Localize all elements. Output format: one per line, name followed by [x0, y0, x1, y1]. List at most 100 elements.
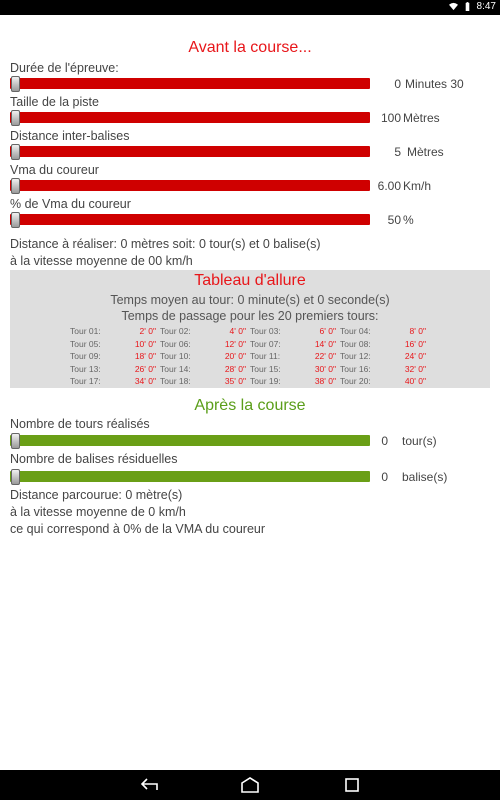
slider-thumb[interactable]	[11, 144, 20, 160]
recents-button[interactable]	[342, 776, 362, 794]
passage-title: Temps de passage pour les 20 premiers to…	[121, 309, 379, 323]
lap-cell: Tour 20: 40' 0"	[340, 375, 430, 388]
slider-thumb[interactable]	[11, 76, 20, 92]
beacon-distance-slider[interactable]	[10, 144, 370, 160]
lap-time: 12' 0"	[224, 338, 246, 349]
lap-time: 30' 0"	[314, 363, 336, 374]
residual-beacons-value: 0	[381, 470, 388, 484]
vma-slider[interactable]	[10, 178, 370, 194]
residual-beacons-label: Nombre de balises résiduelles	[10, 452, 178, 466]
slider-thumb[interactable]	[11, 110, 20, 126]
summary-text: Distance à réaliser: 0 mètres soit: 0 to…	[10, 236, 321, 270]
main-content: Avant la course... Durée de l'épreuve: 0…	[0, 15, 500, 770]
lap-label: Tour 14:	[160, 363, 191, 374]
lap-cell: Tour 12: 24' 0"	[340, 350, 430, 363]
vma-label: Vma du coureur	[10, 163, 99, 177]
lap-label: Tour 15:	[250, 363, 281, 374]
vma-percent-label: % de Vma du coureur	[10, 197, 131, 211]
duration-label: Durée de l'épreuve:	[10, 61, 119, 75]
lap-time: 34' 0"	[134, 376, 156, 387]
residual-beacons-unit: balise(s)	[402, 470, 448, 484]
lap-time: 8' 0"	[409, 326, 426, 336]
slider-thumb[interactable]	[11, 212, 20, 228]
duration-slider[interactable]	[10, 76, 370, 92]
beacon-distance-value: 5	[394, 145, 401, 159]
duration-unit: Minutes 30	[405, 77, 464, 91]
battery-icon	[465, 2, 469, 11]
lap-label: Tour 09:	[70, 351, 101, 362]
result-text: Distance parcourue: 0 mètre(s) à la vite…	[10, 487, 265, 538]
after-title: Après la course	[194, 397, 306, 414]
lap-label: Tour 12:	[340, 351, 371, 362]
navigation-bar	[0, 770, 500, 800]
lap-time: 40' 0"	[404, 376, 426, 387]
lap-time: 6' 0"	[319, 326, 336, 336]
lap-label: Tour 10:	[160, 351, 191, 362]
avg-lap-time: Temps moyen au tour: 0 minute(s) et 0 se…	[110, 293, 390, 307]
vma-value: 6.00	[377, 179, 401, 193]
pace-table-title: Tableau d'allure	[194, 272, 306, 289]
lap-cell: Tour 19: 38' 0"	[250, 375, 340, 388]
lap-time: 18' 0"	[134, 351, 156, 362]
lap-cell: Tour 04: 8' 0"	[340, 325, 430, 338]
lap-time: 22' 0"	[314, 351, 336, 362]
lap-cell: Tour 05: 10' 0"	[70, 338, 160, 351]
summary-line-1: Distance à réaliser: 0 mètres soit: 0 to…	[10, 237, 321, 251]
lap-time: 26' 0"	[134, 363, 156, 374]
lap-label: Tour 18:	[160, 376, 191, 387]
lap-cell: Tour 08: 16' 0"	[340, 338, 430, 351]
lap-time: 10' 0"	[134, 338, 156, 349]
back-button[interactable]	[140, 776, 160, 794]
lap-label: Tour 03:	[250, 326, 281, 336]
laps-done-value: 0	[381, 434, 388, 448]
home-icon	[241, 777, 259, 793]
slider-thumb[interactable]	[11, 178, 20, 194]
lap-cell: Tour 14: 28' 0"	[160, 363, 250, 376]
vma-percent-value: 50	[387, 213, 401, 227]
lap-cell: Tour 11: 22' 0"	[250, 350, 340, 363]
lap-time: 2' 0"	[139, 326, 156, 336]
lap-time: 28' 0"	[224, 363, 246, 374]
status-time: 8:47	[476, 1, 496, 12]
lap-label: Tour 11:	[250, 351, 281, 362]
summary-line-2: à la vitesse moyenne de 00 km/h	[10, 254, 193, 268]
lap-time: 24' 0"	[404, 351, 426, 362]
home-button[interactable]	[240, 776, 260, 794]
track-size-unit: Mètres	[403, 111, 440, 125]
vma-unit: Km/h	[403, 179, 432, 193]
lap-cell: Tour 16: 32' 0"	[340, 363, 430, 376]
track-size-value: 100	[380, 111, 401, 125]
laps-done-slider[interactable]	[10, 433, 370, 449]
lap-label: Tour 17:	[70, 376, 101, 387]
lap-cell: Tour 02: 4' 0"	[160, 325, 250, 338]
lap-cell: Tour 03: 6' 0"	[250, 325, 340, 338]
lap-label: Tour 08:	[340, 338, 371, 349]
track-size-slider[interactable]	[10, 110, 370, 126]
lap-label: Tour 20:	[340, 376, 371, 387]
track-size-label: Taille de la piste	[10, 95, 99, 109]
lap-label: Tour 16:	[340, 363, 371, 374]
recents-icon	[345, 778, 359, 792]
residual-beacons-slider[interactable]	[10, 469, 370, 485]
lap-time: 4' 0"	[229, 326, 246, 336]
lap-label: Tour 13:	[70, 363, 101, 374]
lap-label: Tour 04:	[340, 326, 371, 336]
lap-cell: Tour 09: 18' 0"	[70, 350, 160, 363]
lap-cell: Tour 10: 20' 0"	[160, 350, 250, 363]
laps-done-unit: tour(s)	[402, 434, 437, 448]
laps-done-label: Nombre de tours réalisés	[10, 417, 150, 431]
lap-cell: Tour 06: 12' 0"	[160, 338, 250, 351]
lap-time: 38' 0"	[314, 376, 336, 387]
before-title: Avant la course...	[188, 39, 312, 56]
duration-value: 0	[394, 77, 401, 91]
vma-percent-slider[interactable]	[10, 212, 370, 228]
lap-time: 14' 0"	[314, 338, 336, 349]
lap-label: Tour 19:	[250, 376, 281, 387]
lap-time: 16' 0"	[404, 338, 426, 349]
lap-cell: Tour 18: 35' 0"	[160, 375, 250, 388]
lap-cell: Tour 17: 34' 0"	[70, 375, 160, 388]
slider-thumb[interactable]	[11, 433, 20, 449]
lap-grid: Tour 01: 2' 0" Tour 02: 4' 0" Tour 03: 6' 0" T…	[70, 325, 430, 388]
slider-thumb[interactable]	[11, 469, 20, 485]
lap-label: Tour 07:	[250, 338, 281, 349]
